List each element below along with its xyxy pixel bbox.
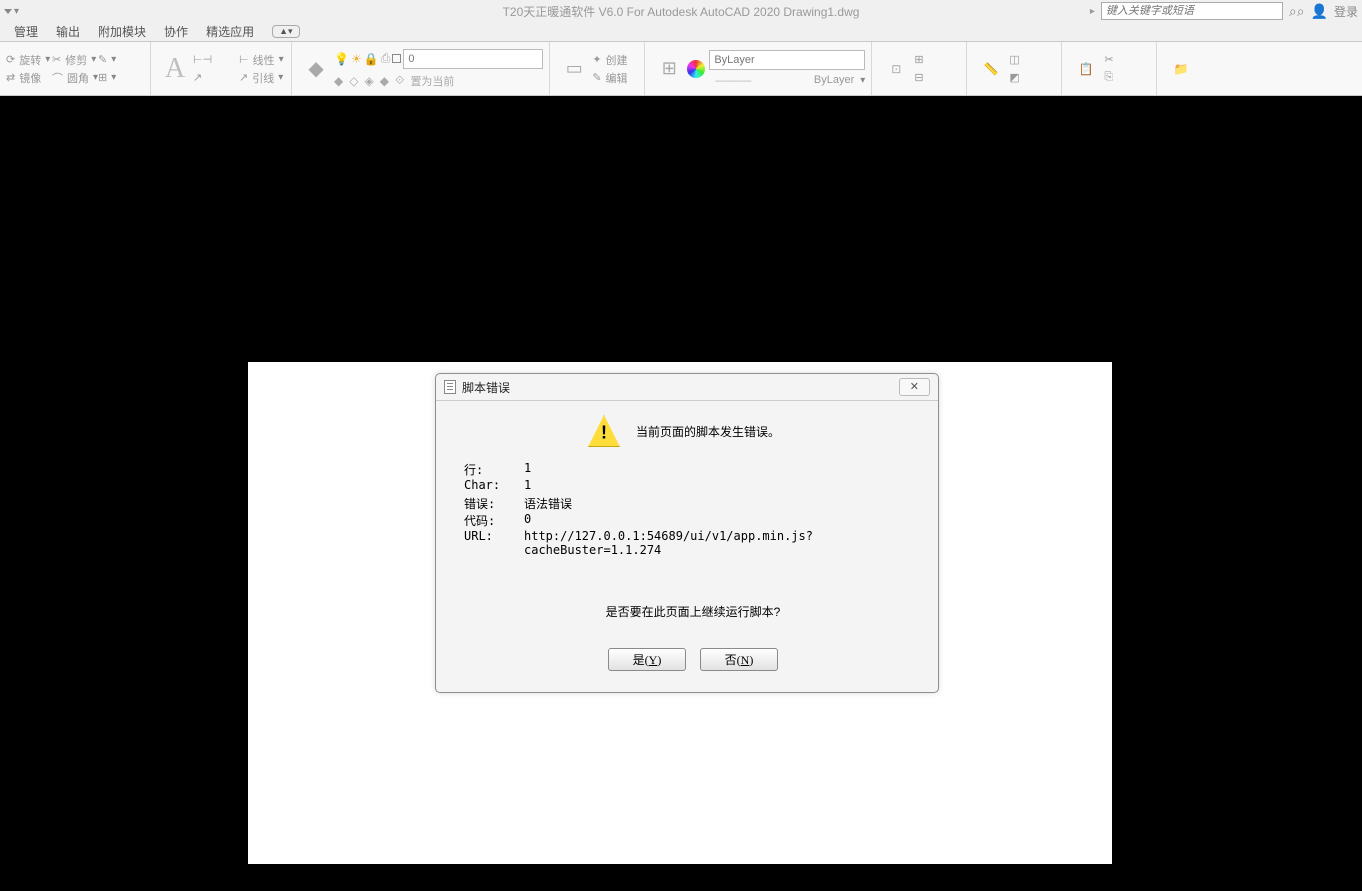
lightbulb-icon: 💡 (334, 52, 349, 66)
color-swatch-icon (392, 54, 401, 63)
match-properties-button[interactable]: ⊞ (651, 49, 687, 89)
layer-tool-1-icon[interactable]: ◆ (334, 74, 343, 88)
group-tool-1-icon[interactable]: ⊞ (914, 53, 923, 66)
dimension-icon: ⊢⊣ (193, 53, 212, 66)
warning-icon (588, 415, 620, 447)
print-icon: ⎙ (381, 51, 391, 66)
linetype-button[interactable]: ⊢线性▾ (239, 52, 285, 68)
layer-properties-button[interactable]: ◆ (298, 49, 334, 89)
group-icon: ⊡ (891, 62, 901, 76)
sun-icon: ☀ (351, 52, 362, 66)
layers-icon: ◆ (308, 56, 323, 81)
document-icon (444, 380, 456, 394)
menu-manage[interactable]: 管理 (14, 23, 38, 40)
error-details: 行:1 Char:1 错误:语法错误 代码:0 URL:http://127.0… (464, 461, 918, 557)
edit-button[interactable]: ✎编辑 (592, 70, 638, 86)
text-button[interactable]: A (157, 49, 193, 89)
modify-misc-button[interactable]: ✎▾ (98, 52, 144, 68)
dialog-message: 当前页面的脚本发生错误。 (636, 423, 780, 440)
fillet-button[interactable]: ⌒圆角▾ (52, 70, 98, 86)
close-button[interactable]: ✕ (899, 378, 930, 396)
search-caret-icon: ▸ (1090, 6, 1095, 17)
create-button[interactable]: ✦创建 (592, 52, 638, 68)
leader-icon-button[interactable]: ↗ (193, 70, 239, 86)
measure-icon: 📏 (984, 62, 999, 76)
copy-icon[interactable]: ⎘ (1104, 71, 1113, 84)
menu-output[interactable]: 输出 (56, 23, 80, 40)
menu-dropdown-icon[interactable]: ▲▾ (272, 25, 299, 38)
layer-tool-2-icon[interactable]: ◇ (349, 74, 358, 88)
text-icon: A (165, 53, 185, 85)
dialog-title: 脚本错误 (462, 379, 510, 396)
block-panel: ▭ ✦创建 ✎编辑 (550, 42, 645, 95)
groups-panel: ⊡ ⊞ ⊟ (872, 42, 967, 95)
leader-glyph-icon: ↗ (193, 71, 202, 84)
group-button[interactable]: ⊡ (878, 49, 914, 89)
dialog-titlebar: 脚本错误 ✕ (436, 374, 938, 401)
mirror-button[interactable]: ⇄镜像 (6, 70, 52, 86)
search-input[interactable] (1101, 2, 1283, 20)
cut-icon[interactable]: ✂ (1104, 53, 1113, 66)
menu-featured[interactable]: 精选应用 (206, 23, 254, 40)
lock-icon: 🔒 (364, 52, 379, 66)
modify-icons: ✎▾ ⊞▾ (98, 52, 144, 86)
ribbon: ⟳旋转▾ ⇄镜像 ✂修剪▾ ⌒圆角▾ ✎▾ ⊞▾ A ⊢⊣ ↗ ⊢线性▾ ↗引线… (0, 42, 1362, 96)
match-icon: ⊞ (662, 58, 677, 79)
dimension-button[interactable]: ⊢⊣ (193, 52, 239, 68)
clipboard-icon: 📋 (1079, 62, 1094, 76)
leader-button[interactable]: ↗引线▾ (239, 70, 285, 86)
chevron-down-icon: ▾ (14, 6, 19, 17)
trim-button[interactable]: ✂修剪▾ (52, 52, 98, 68)
title-bar: ▾ T20天正暖通软件 V6.0 For Autodesk AutoCAD 20… (0, 0, 1362, 22)
triangle-down-icon (4, 9, 12, 14)
properties-panel: ⊞ ——— ByLayer ▾ (645, 42, 872, 95)
color-dropdown[interactable] (709, 50, 865, 70)
menu-bar: 管理 输出 附加模块 协作 精选应用 ▲▾ (0, 22, 1362, 42)
login-button[interactable]: 登录 (1334, 3, 1358, 20)
utilities-panel: 📏 ◫ ◩ (967, 42, 1062, 95)
layer-tool-3-icon[interactable]: ◈ (365, 74, 374, 88)
clipboard-panel: 📋 ✂ ⎘ (1062, 42, 1157, 95)
annotate-panel: A ⊢⊣ ↗ ⊢线性▾ ↗引线▾ (151, 42, 292, 95)
layer-dropdown[interactable] (403, 49, 543, 69)
util-2-icon[interactable]: ◩ (1009, 71, 1019, 84)
layer-tool-4-icon[interactable]: ◆ (380, 74, 389, 88)
layers-panel: ◆ 💡 ☀ 🔒 ⎙ ◆ ◇ ◈ ◆ ⟐ 置为当前 (292, 42, 550, 95)
script-error-dialog: 脚本错误 ✕ 当前页面的脚本发生错误。 行:1 Char:1 错误:语法错误 代… (435, 373, 939, 693)
block-icon: ▭ (566, 58, 583, 79)
menu-addins[interactable]: 附加模块 (98, 23, 146, 40)
util-1-icon[interactable]: ◫ (1009, 53, 1019, 66)
modify-panel: ⟳旋转▾ ⇄镜像 ✂修剪▾ ⌒圆角▾ ✎▾ ⊞▾ (0, 42, 151, 95)
insert-block-button[interactable]: ▭ (556, 49, 592, 89)
folder-icon: 📁 (1174, 62, 1189, 76)
linetype-dropdown[interactable]: ByLayer (814, 74, 860, 86)
view-panel: 📁 (1157, 42, 1205, 95)
menu-collab[interactable]: 协作 (164, 23, 188, 40)
rotate-button[interactable]: ⟳旋转▾ (6, 52, 52, 68)
dialog-question: 是否要在此页面上继续运行脚本? (468, 603, 918, 620)
base-button[interactable]: 📁 (1163, 49, 1199, 89)
measure-button[interactable]: 📏 (973, 49, 1009, 89)
app-title: T20天正暖通软件 V6.0 For Autodesk AutoCAD 2020… (503, 3, 860, 20)
binoculars-icon[interactable]: ⌕⌕ (1289, 3, 1305, 20)
no-button[interactable]: 否(N) (700, 648, 778, 671)
group-tool-2-icon[interactable]: ⊟ (914, 71, 923, 84)
user-icon[interactable]: 👤 (1311, 3, 1328, 20)
array-button[interactable]: ⊞▾ (98, 70, 144, 86)
layer-match-icon[interactable]: ⟐ (395, 73, 404, 88)
set-current-button[interactable]: 置为当前 (410, 73, 454, 89)
paste-button[interactable]: 📋 (1068, 49, 1104, 89)
yes-button[interactable]: 是(Y) (608, 648, 686, 671)
quick-access-dropdown[interactable]: ▾ (4, 6, 19, 17)
colorwheel-icon[interactable] (687, 60, 705, 78)
